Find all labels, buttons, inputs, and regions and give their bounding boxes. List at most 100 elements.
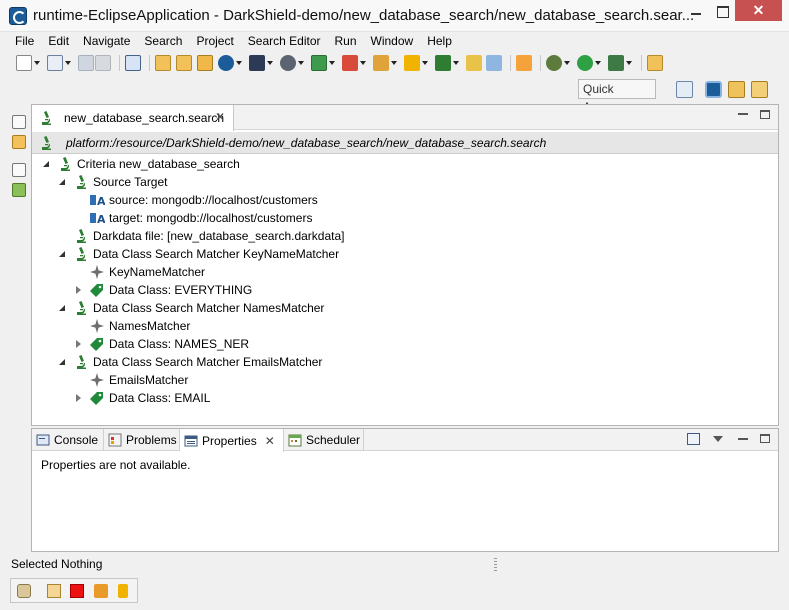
menu-file[interactable]: File	[8, 32, 41, 50]
expand-toggle[interactable]	[43, 160, 51, 168]
tree-node[interactable]: Criteria new_database_search	[43, 155, 240, 173]
run-icon[interactable]	[577, 55, 593, 71]
restore-view-icon[interactable]	[12, 115, 26, 129]
expand-toggle[interactable]	[59, 304, 67, 312]
magic-wand-icon[interactable]	[118, 584, 128, 598]
expand-toggle[interactable]	[75, 340, 83, 348]
save-all-icon[interactable]	[95, 55, 111, 71]
database-icon[interactable]	[311, 55, 327, 71]
tree-node[interactable]: A source: mongodb://localhost/customers	[75, 191, 318, 209]
maximize-editor-icon[interactable]	[760, 110, 770, 119]
outline-icon[interactable]	[12, 183, 26, 197]
restore-view-2-icon[interactable]	[12, 163, 26, 177]
bomb-dropdown-chevron-icon[interactable]	[297, 55, 305, 71]
expand-toggle[interactable]	[75, 286, 83, 294]
new-dropdown-chevron-icon[interactable]	[33, 55, 41, 71]
open-folder-alt-icon[interactable]	[176, 55, 192, 71]
tree-node[interactable]: Data Class: NAMES_NER	[75, 335, 249, 353]
perspective-eclipse-icon[interactable]	[705, 81, 722, 98]
menu-window[interactable]: Window	[364, 32, 421, 50]
view-menu-chevron-down-icon[interactable]	[713, 436, 723, 442]
external-tools-dropdown-chevron-icon[interactable]	[625, 55, 633, 71]
expand-toggle[interactable]	[75, 394, 83, 402]
tab-properties[interactable]: Properties ✕	[180, 429, 284, 452]
open-perspective-icon[interactable]	[676, 81, 693, 98]
menu-help[interactable]: Help	[420, 32, 459, 50]
minimize-button[interactable]	[683, 0, 709, 21]
editor-tab-new-database-search[interactable]: new_database_search.search ✕	[32, 105, 234, 131]
minimize-editor-icon[interactable]	[738, 113, 748, 115]
wizard-dropdown-chevron-icon[interactable]	[266, 55, 274, 71]
debug-dropdown-chevron-icon[interactable]	[563, 55, 571, 71]
book-icon[interactable]	[47, 584, 61, 598]
tree-node[interactable]: Data Class: EVERYTHING	[75, 281, 252, 299]
runner-icon[interactable]	[373, 55, 389, 71]
tree-node[interactable]: EmailsMatcher	[75, 371, 188, 389]
tab-problems[interactable]: Problems	[104, 429, 180, 451]
open-file-folder-icon[interactable]	[647, 55, 663, 71]
cube-icon[interactable]	[342, 55, 358, 71]
perspective-git-icon[interactable]	[728, 81, 745, 98]
hand-icon[interactable]	[17, 584, 31, 598]
maximize-panel-icon[interactable]	[760, 434, 770, 443]
stop-icon[interactable]	[70, 584, 84, 598]
runner-dropdown-chevron-icon[interactable]	[390, 55, 398, 71]
wizard-icon[interactable]	[249, 55, 265, 71]
tree-node[interactable]: Data Class Search Matcher KeyNameMatcher	[59, 245, 339, 263]
menu-project[interactable]: Project	[189, 32, 240, 50]
tree-node[interactable]: Darkdata file: [new_database_search.dark…	[59, 227, 345, 245]
tree-node[interactable]: Data Class: EMAIL	[75, 389, 210, 407]
menu-edit[interactable]: Edit	[41, 32, 76, 50]
quick-access-field[interactable]: Quick Access	[578, 79, 656, 114]
expand-toggle[interactable]	[59, 358, 67, 366]
menu-search[interactable]: Search	[137, 32, 189, 50]
new-wizard-icon[interactable]	[47, 55, 63, 71]
open-project-icon[interactable]	[197, 55, 213, 71]
shield-dropdown-chevron-icon[interactable]	[421, 55, 429, 71]
tree-node[interactable]: NamesMatcher	[75, 317, 190, 335]
shield-icon[interactable]	[404, 55, 420, 71]
console-window-icon[interactable]	[125, 55, 141, 71]
close-icon[interactable]: ✕	[215, 110, 225, 124]
external-tools-icon[interactable]	[608, 55, 624, 71]
menu-run[interactable]: Run	[328, 32, 364, 50]
minimize-panel-icon[interactable]	[738, 438, 748, 440]
microscope-icon[interactable]	[435, 55, 451, 71]
tree-node[interactable]: Data Class Search Matcher EmailsMatcher	[59, 353, 322, 371]
tree-node[interactable]: A target: mongodb://localhost/customers	[75, 209, 312, 227]
open-folder-icon[interactable]	[155, 55, 171, 71]
expand-toggle[interactable]	[59, 178, 67, 186]
tree-node-label: Data Class Search Matcher NamesMatcher	[93, 301, 325, 315]
microscope-dropdown-chevron-icon[interactable]	[452, 55, 460, 71]
maximize-button[interactable]	[709, 0, 735, 21]
menu-navigate[interactable]: Navigate	[76, 32, 137, 50]
tree-node[interactable]: Source Target	[59, 173, 168, 191]
pin-view-icon[interactable]	[687, 433, 700, 445]
close-icon[interactable]: ✕	[265, 434, 275, 448]
transform-icon[interactable]	[516, 55, 532, 71]
database-dropdown-chevron-icon[interactable]	[328, 55, 336, 71]
graduation-cap-icon[interactable]	[94, 584, 108, 598]
tab-console[interactable]: Console	[32, 429, 104, 451]
debug-bug-icon[interactable]	[546, 55, 562, 71]
status-grip[interactable]	[494, 558, 497, 572]
magic-wand-icon[interactable]	[466, 55, 482, 71]
menu-search-editor[interactable]: Search Editor	[241, 32, 328, 50]
tree-node[interactable]: KeyNameMatcher	[75, 263, 205, 281]
bomb-icon[interactable]	[280, 55, 296, 71]
sparkle-icon[interactable]	[486, 55, 502, 71]
close-button[interactable]: ✕	[735, 0, 782, 21]
eclipse-dropdown-chevron-icon[interactable]	[235, 55, 243, 71]
new-wizard-dropdown-chevron-icon[interactable]	[64, 55, 72, 71]
matcher-icon	[90, 373, 104, 387]
run-dropdown-chevron-icon[interactable]	[594, 55, 602, 71]
tree-node[interactable]: Data Class Search Matcher NamesMatcher	[59, 299, 324, 317]
cube-dropdown-chevron-icon[interactable]	[359, 55, 367, 71]
eclipse-logo-icon[interactable]	[218, 55, 234, 71]
save-icon[interactable]	[78, 55, 94, 71]
tab-scheduler[interactable]: Scheduler	[284, 429, 364, 451]
new-icon[interactable]	[16, 55, 32, 71]
perspective-resource-icon[interactable]	[751, 81, 768, 98]
project-explorer-icon[interactable]	[12, 135, 26, 149]
expand-toggle[interactable]	[59, 250, 67, 258]
